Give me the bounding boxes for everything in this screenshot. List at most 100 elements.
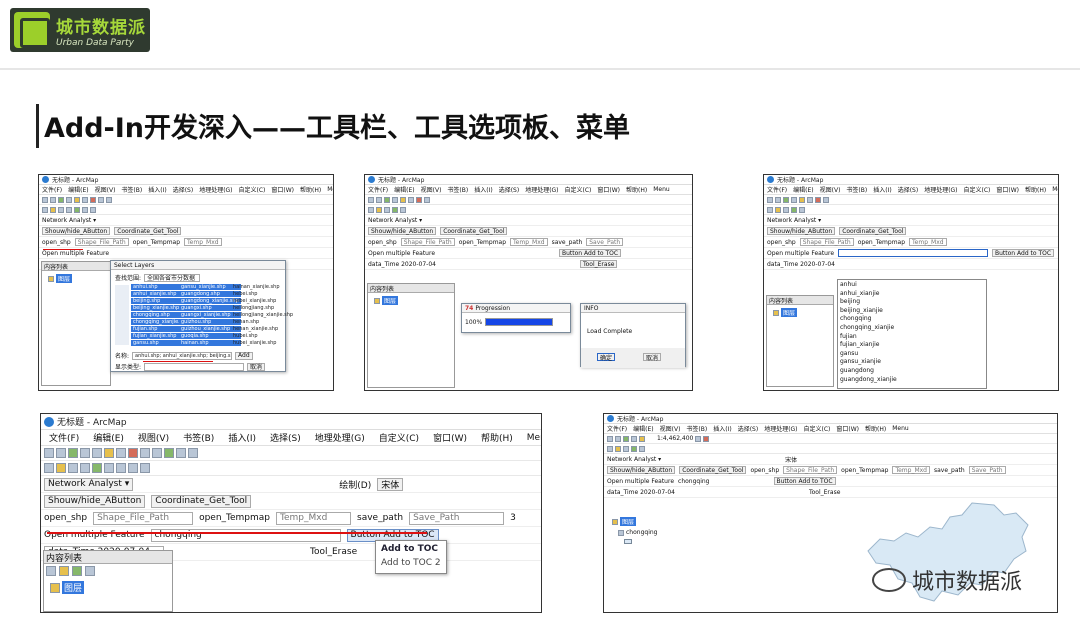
menu-item[interactable]: 文件(F) [607,424,627,433]
file-item[interactable]: hainan_xianjie.shp [231,284,295,290]
menu-item[interactable]: 选择(S) [898,185,919,194]
open-tempmap-field[interactable]: Temp_Mxd [909,238,947,246]
file-item[interactable]: heilongjiang_xianjie.shp [231,312,295,318]
checkbox-icon[interactable] [618,529,624,536]
open-tempmap-field[interactable]: Temp_Mxd [510,238,548,246]
layers-node[interactable]: 图层 [781,308,798,317]
coordinate-tool[interactable]: Coordinate_Get_Tool [114,227,182,235]
menu-item[interactable]: 视图(V) [660,424,681,433]
layers-node[interactable]: 图层 [620,517,637,526]
coordinate-tool[interactable]: Coordinate_Get_Tool [679,466,747,474]
menu-item[interactable]: 地理处理(G) [924,185,957,194]
menu-item[interactable]: 书签(B) [183,431,214,444]
dropdown-option[interactable]: gansu [840,350,984,359]
menu-item[interactable]: 帮助(H) [865,424,886,433]
tool-erase[interactable]: Tool_Erase [809,489,840,496]
menu-item[interactable]: 选择(S) [499,185,520,194]
menu-item[interactable]: 自定义(C) [804,424,831,433]
menu-item[interactable]: 地理处理(G) [525,185,558,194]
menu-item[interactable]: 书签(B) [686,424,707,433]
file-item[interactable]: henan.shp [231,319,295,325]
menu-item[interactable]: 书签(B) [447,185,468,194]
button-add-to-toc[interactable]: Button Add to TOC [559,249,622,257]
file-item[interactable]: henan_xianjie.shp [231,326,295,332]
showhide-button[interactable]: Shouw/hide_AButton [607,466,676,474]
layers-node[interactable]: 图层 [382,296,399,305]
dropdown-option[interactable]: guangdong_xianjie [840,376,984,385]
menu-item[interactable]: Menu [527,433,541,443]
open-shp-field[interactable]: Shape_File_Path [400,238,455,246]
dropdown-option[interactable]: anhui_xianjie [840,290,984,299]
number-field[interactable]: 3 [510,513,516,523]
menu-item[interactable]: 自定义(C) [379,431,419,444]
menu-item[interactable]: 地理处理(G) [315,431,365,444]
file-item[interactable]: hubei_xianjie.shp [231,340,295,346]
menu-item[interactable]: 地理处理(G) [764,424,797,433]
menu-item[interactable]: 编辑(E) [68,185,88,194]
menu-item[interactable]: 插入(I) [873,185,891,194]
dropdown-option[interactable]: chongqing [840,315,984,324]
network-analyst-menu[interactable]: Network Analyst ▾ [42,217,96,224]
file-item[interactable]: hebei_xianjie.shp [231,298,295,304]
menu-item[interactable]: 选择(S) [173,185,194,194]
scale-field[interactable]: 1:4,462,400 [657,435,693,442]
open-multiple-label[interactable]: Open multiple Feature [42,250,109,257]
menu-item[interactable]: 窗口(W) [433,431,467,444]
menu-item[interactable]: 文件(F) [767,185,787,194]
open-tempmap-field[interactable]: Temp_Mxd [184,238,222,246]
open-tempmap-field[interactable]: Temp_Mxd [892,466,930,474]
menu-item[interactable]: 书签(B) [846,185,867,194]
ok-button[interactable]: 确定 [597,353,616,362]
showhide-button[interactable]: Shouw/hide_AButton [44,494,146,508]
menu-item[interactable]: 帮助(H) [1025,185,1046,194]
layer-chongqing[interactable]: chongqing [626,529,657,536]
open-shp-field[interactable]: Shape_File_Path [783,466,838,474]
network-analyst-menu[interactable]: Network Analyst ▾ [368,217,422,224]
font-select[interactable]: 宋体 [785,455,797,464]
coordinate-tool[interactable]: Coordinate_Get_Tool [440,227,508,235]
feature-dropdown-list[interactable]: anhui anhui_xianjie beijing beijing_xianjie… [837,279,987,389]
menu-item[interactable]: 地理处理(G) [199,185,232,194]
menu-item[interactable]: 编辑(E) [394,185,414,194]
name-field[interactable]: anhui.shp; anhui_xianjie.shp; beijing.sh… [132,351,233,360]
menu-item[interactable]: 视图(V) [421,185,442,194]
menu-item[interactable]: 视图(V) [95,185,116,194]
menu-item[interactable]: 帮助(H) [481,431,513,444]
file-item[interactable]: hebei.shp [231,291,295,297]
menu-item[interactable]: 编辑(E) [93,431,124,444]
button-add-to-toc[interactable]: Button Add to TOC [773,477,836,485]
menu-item[interactable]: 选择(S) [738,424,759,433]
save-path-field[interactable]: Save_Path [968,466,1006,474]
menu-item[interactable]: Menu [327,186,333,193]
menu-item[interactable]: 窗口(W) [597,185,620,194]
coordinate-tool[interactable]: Coordinate_Get_Tool [839,227,907,235]
menu-item[interactable]: 视图(V) [820,185,841,194]
menu-item[interactable]: 书签(B) [121,185,142,194]
layers-node[interactable]: 图层 [56,274,73,283]
menu-item[interactable]: 自定义(C) [964,185,991,194]
showhide-button[interactable]: Shouw/hide_AButton [767,227,836,235]
menu-item[interactable]: 插入(I) [148,185,166,194]
network-analyst-menu[interactable]: Network Analyst ▾ [44,477,134,491]
showhide-button[interactable]: Shouw/hide_AButton [42,227,111,235]
look-in-select[interactable]: 全国各省市分数据 [144,273,201,282]
menu-item[interactable]: 文件(F) [49,431,79,444]
dropdown-option[interactable]: fujian_xianjie [840,341,984,350]
save-path-field[interactable]: Save_Path [409,511,505,525]
menu-item[interactable]: 插入(I) [474,185,492,194]
menu-item[interactable]: 插入(I) [228,431,256,444]
open-tempmap-field[interactable]: Temp_Mxd [276,511,352,525]
dropdown-option[interactable]: beijing [840,298,984,307]
font-select[interactable]: 宋体 [377,477,404,491]
dropdown-option[interactable]: gansu_xianjie [840,358,984,367]
coordinate-tool[interactable]: Coordinate_Get_Tool [151,494,252,508]
menu-item[interactable]: Menu [1052,186,1058,193]
dropdown-option[interactable]: beijing_xianjie [840,307,984,316]
layers-node[interactable]: 图层 [62,581,85,594]
open-shp-field[interactable]: Shape_File_Path [93,511,194,525]
dropdown-option[interactable]: chongqing_xianjie [840,324,984,333]
cancel-button[interactable]: 取消 [247,362,266,371]
tool-erase[interactable]: Tool_Erase [310,547,357,557]
file-item[interactable]: hubei.shp [231,333,295,339]
menu-item[interactable]: Menu [892,425,908,432]
